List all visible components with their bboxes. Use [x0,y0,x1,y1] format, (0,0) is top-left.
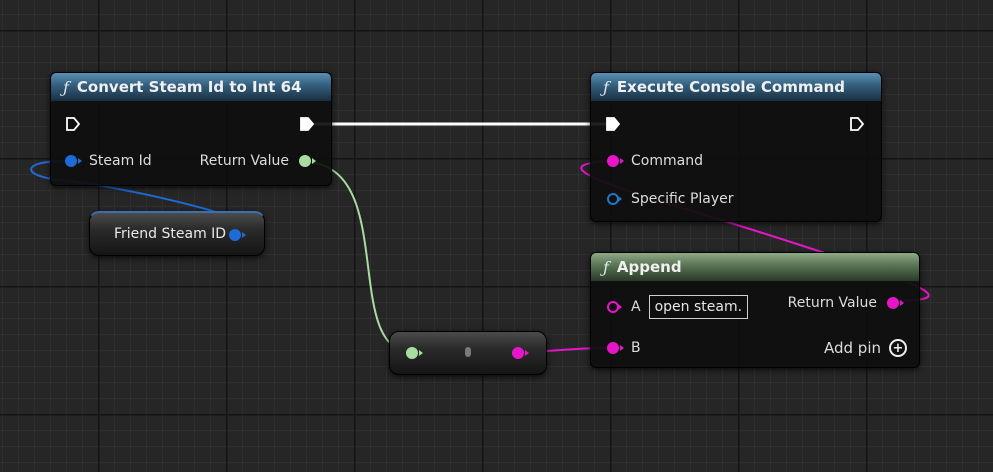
command-pin-icon[interactable] [607,155,619,167]
append-node-title: Append [616,258,682,276]
function-icon: ƒ [63,77,69,97]
specific-player-input-row: Specific Player [607,191,734,207]
exec-out-pin-icon[interactable] [849,116,865,132]
steam-id-label: Steam Id [89,153,152,169]
steam-id-pin-icon[interactable] [65,155,77,167]
execute-node-title: Execute Console Command [616,78,846,96]
function-icon: ƒ [603,77,609,97]
command-input-row: Command [607,153,703,169]
b-pin-icon[interactable] [607,342,619,354]
friend-steam-id-variable[interactable]: Friend Steam ID [89,211,265,256]
append-node[interactable]: ƒ Append A open steam. Return Value B Ad… [590,252,920,368]
a-label: A [631,299,641,315]
add-pin-label: Add pin [823,339,881,357]
int64-wire[interactable] [302,161,413,353]
b-input-row: B [607,340,641,356]
conversion-output-pin-icon[interactable] [512,347,524,359]
b-label: B [631,340,641,356]
a-input-row: A open steam. [607,295,749,319]
conversion-node[interactable] [389,331,547,375]
convert-node-header[interactable]: ƒ Convert Steam Id to Int 64 [51,73,331,102]
convert-steam-id-node[interactable]: ƒ Convert Steam Id to Int 64 Steam Id Re… [50,72,332,186]
add-pin-button[interactable]: Add pin + [824,339,907,357]
add-pin-icon[interactable]: + [889,339,907,357]
int64-return-pin-icon[interactable] [299,155,311,167]
execute-console-command-node[interactable]: ƒ Execute Console Command Command Specif… [590,72,882,222]
convert-node-title: Convert Steam Id to Int 64 [76,78,302,96]
append-node-header[interactable]: ƒ Append [591,253,919,282]
return-value-output-row: Return Value [200,153,311,169]
steam-id-input-row: Steam Id [65,153,152,169]
execute-node-header[interactable]: ƒ Execute Console Command [591,73,881,102]
convert-return-label: Return Value [199,153,289,169]
exec-in-pin-icon[interactable] [605,116,621,132]
append-return-label: Return Value [787,295,877,311]
exec-in-pin-icon[interactable] [65,116,81,132]
friend-steam-id-label: Friend Steam ID [114,226,227,242]
specific-player-label: Specific Player [631,191,734,207]
command-label: Command [631,153,703,169]
specific-player-pin-icon[interactable] [607,193,619,205]
conversion-input-pin-icon[interactable] [406,347,418,359]
conversion-center-dot-icon [465,347,471,357]
a-pin-icon[interactable] [607,301,619,313]
exec-out-pin-icon[interactable] [299,116,315,132]
function-icon: ƒ [603,257,609,277]
append-return-pin-icon[interactable] [887,297,899,309]
append-return-row: Return Value [788,295,899,311]
a-text-field[interactable]: open steam. [648,295,749,319]
friend-steam-id-pin-icon[interactable] [229,229,241,241]
